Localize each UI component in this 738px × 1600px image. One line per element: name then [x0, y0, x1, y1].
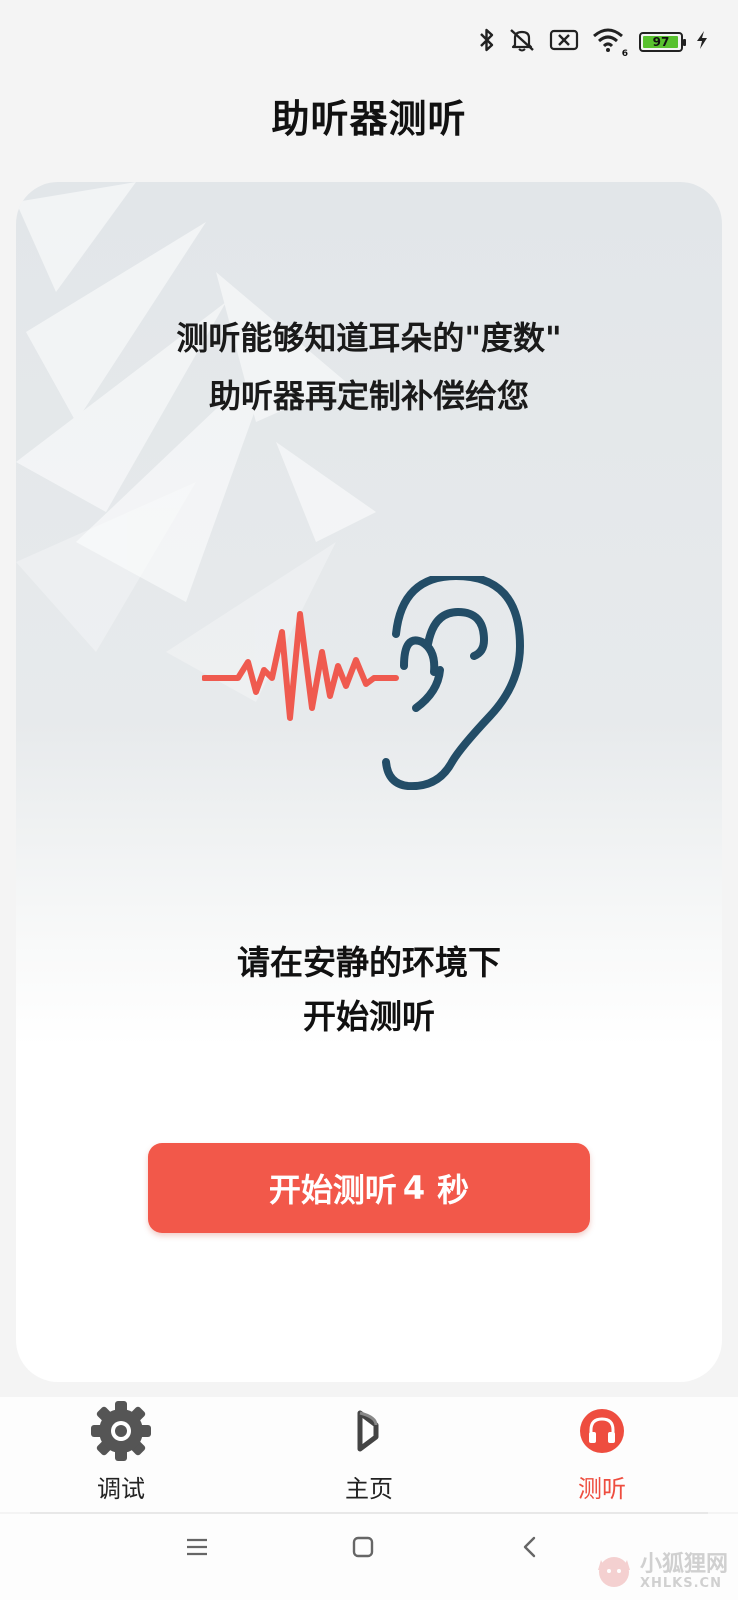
start-test-label: 开始测听	[268, 1171, 397, 1209]
bluetooth-icon	[479, 27, 495, 57]
sound-wave-icon	[202, 611, 399, 721]
watermark: 小狐狸网 XHLKS.CN	[594, 1550, 728, 1594]
start-test-countdown: 4	[402, 1169, 426, 1207]
battery-level: 97	[652, 35, 670, 49]
ear-icon	[382, 576, 524, 790]
hint-line-2: 开始测听	[303, 997, 435, 1036]
mute-icon	[508, 27, 536, 57]
menu-icon[interactable]	[186, 1536, 208, 1562]
intro-text: 测听能够知道耳朵的"度数" 助听器再定制补偿给您	[16, 309, 722, 425]
tab-label: 测听	[578, 1475, 626, 1503]
watermark-en: XHLKS.CN	[639, 1575, 722, 1591]
tab-label: 主页	[345, 1475, 393, 1503]
main-card: 测听能够知道耳朵的"度数" 助听器再定制补偿给您 请在安静的环境下 开始测听 开…	[16, 182, 722, 1382]
system-nav-bar: 小狐狸网 XHLKS.CN	[0, 1514, 738, 1600]
hint-text: 请在安静的环境下 开始测听	[16, 936, 722, 1044]
charging-icon	[696, 30, 708, 54]
fox-logo-icon	[594, 1550, 634, 1594]
page-title: 助听器测听	[271, 97, 467, 141]
hearing-illustration	[202, 576, 524, 790]
hint-line-1: 请在安静的环境下	[237, 943, 501, 982]
gear-icon	[89, 1399, 153, 1467]
start-test-button[interactable]: 开始测听 4 秒	[148, 1143, 590, 1233]
wifi-icon: 6	[592, 27, 628, 59]
home-square-icon[interactable]	[352, 1536, 374, 1562]
tab-hearing-test[interactable]: 测听	[512, 1397, 692, 1509]
intro-line-1: 测听能够知道耳朵的"度数"	[176, 319, 562, 357]
battery-icon: 97	[639, 32, 686, 52]
wifi-badge: 6	[621, 49, 628, 59]
headphones-icon	[579, 1408, 625, 1458]
sim-off-icon	[549, 28, 579, 56]
watermark-cn: 小狐狸网	[639, 1551, 728, 1577]
tab-debug[interactable]: 调试	[31, 1397, 211, 1509]
bottom-tab-bar: 调试 主页 测听	[0, 1397, 738, 1512]
status-bar: 6 97	[0, 0, 738, 84]
tab-home[interactable]: 主页	[279, 1397, 459, 1509]
status-icons: 6 97	[479, 26, 708, 59]
home-logo-icon	[354, 1409, 384, 1457]
start-test-unit: 秒	[437, 1171, 470, 1209]
back-icon[interactable]	[522, 1536, 538, 1562]
tab-label: 调试	[97, 1475, 145, 1503]
intro-line-2: 助听器再定制补偿给您	[208, 377, 529, 415]
